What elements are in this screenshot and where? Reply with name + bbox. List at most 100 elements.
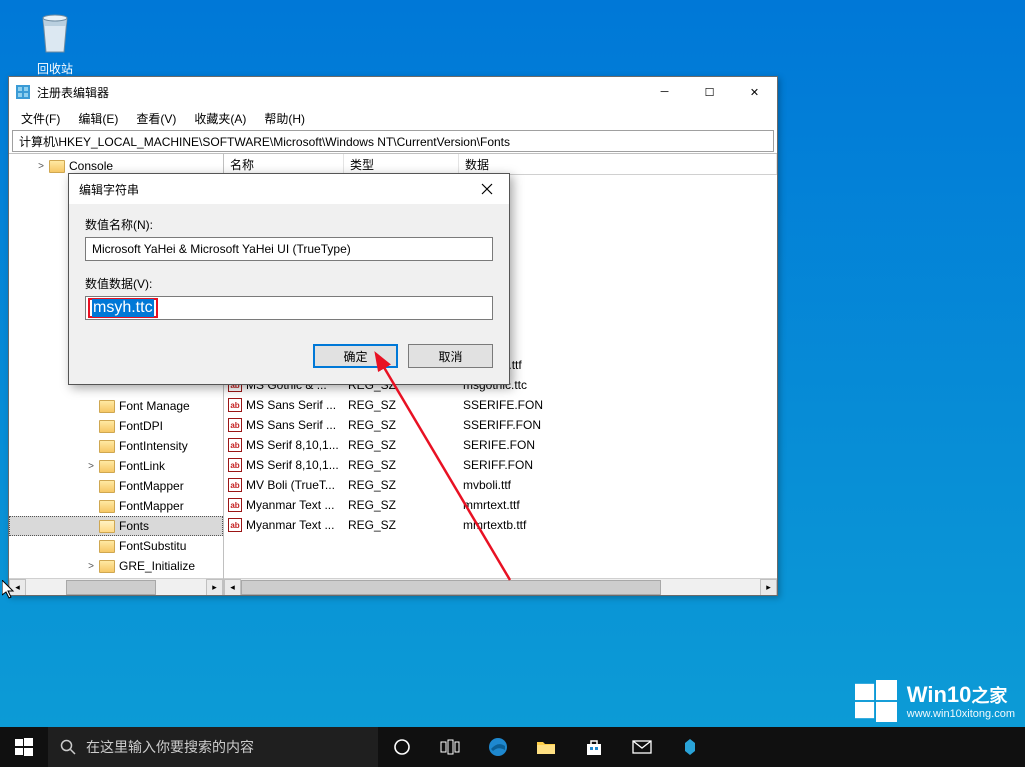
tree-item-label: FontIntensity bbox=[119, 439, 188, 453]
tree-item[interactable]: FontSubstitu bbox=[9, 536, 223, 556]
tree-item-label: FontMapper bbox=[119, 499, 184, 513]
folder-icon bbox=[99, 520, 115, 533]
minimize-button[interactable]: ─ bbox=[642, 77, 687, 107]
list-row[interactable]: abMS Serif 8,10,1...REG_SZSERIFE.FON bbox=[224, 435, 777, 455]
list-row[interactable]: abMS Sans Serif ...REG_SZSSERIFF.FON bbox=[224, 415, 777, 435]
row-type: REG_SZ bbox=[344, 398, 459, 412]
dialog-title: 编辑字符串 bbox=[79, 181, 475, 198]
menu-view[interactable]: 查看(V) bbox=[128, 108, 184, 129]
string-value-icon: ab bbox=[228, 498, 242, 512]
menu-edit[interactable]: 编辑(E) bbox=[70, 108, 126, 129]
search-placeholder: 在这里输入你要搜索的内容 bbox=[86, 737, 254, 757]
titlebar[interactable]: 注册表编辑器 ─ ☐ ✕ bbox=[9, 77, 777, 107]
value-data-selection: msyh.ttc bbox=[92, 299, 154, 317]
address-text: 计算机\HKEY_LOCAL_MACHINE\SOFTWARE\Microsof… bbox=[19, 133, 510, 150]
scroll-right-icon[interactable]: ▸ bbox=[760, 579, 777, 596]
explorer-button[interactable] bbox=[522, 727, 570, 767]
tree-item-label: FontLink bbox=[119, 459, 165, 473]
folder-icon bbox=[536, 739, 556, 755]
folder-icon bbox=[99, 480, 115, 493]
list-row[interactable]: abMS Sans Serif ...REG_SZSSERIFE.FON bbox=[224, 395, 777, 415]
row-name: MS Serif 8,10,1... bbox=[246, 438, 339, 452]
list-row[interactable]: abMS Serif 8,10,1...REG_SZSERIFF.FON bbox=[224, 455, 777, 475]
row-data: mmrtextb.ttf bbox=[459, 518, 777, 532]
watermark-suffix: 之家 bbox=[971, 686, 1007, 706]
mail-button[interactable] bbox=[618, 727, 666, 767]
dialog-titlebar[interactable]: 编辑字符串 bbox=[69, 174, 509, 204]
col-type[interactable]: 类型 bbox=[344, 154, 459, 174]
folder-icon bbox=[99, 400, 115, 413]
tree-item-label: GRE_Initialize bbox=[119, 559, 195, 573]
menu-help[interactable]: 帮助(H) bbox=[256, 108, 313, 129]
string-value-icon: ab bbox=[228, 478, 242, 492]
edge-button[interactable] bbox=[474, 727, 522, 767]
row-type: REG_SZ bbox=[344, 478, 459, 492]
value-data-label: 数值数据(V): bbox=[85, 275, 493, 292]
list-row[interactable]: abMV Boli (TrueT...REG_SZmvboli.ttf bbox=[224, 475, 777, 495]
expand-icon[interactable]: > bbox=[85, 461, 97, 472]
col-data[interactable]: 数据 bbox=[459, 154, 777, 174]
close-button[interactable]: ✕ bbox=[732, 77, 777, 107]
watermark-url: www.win10xitong.com bbox=[907, 708, 1015, 720]
ok-button[interactable]: 确定 bbox=[313, 344, 398, 368]
tree-hscrollbar[interactable]: ◂ ▸ bbox=[9, 578, 223, 595]
expand-icon[interactable]: > bbox=[35, 161, 47, 172]
window-title: 注册表编辑器 bbox=[37, 84, 642, 101]
tree-item[interactable]: > FontLink bbox=[9, 456, 223, 476]
row-name: MS Sans Serif ... bbox=[246, 398, 336, 412]
desktop-recycle-bin[interactable]: 回收站 bbox=[20, 8, 90, 77]
close-icon bbox=[481, 183, 493, 195]
string-value-icon: ab bbox=[228, 518, 242, 532]
folder-icon bbox=[99, 540, 115, 553]
cancel-button[interactable]: 取消 bbox=[408, 344, 493, 368]
menu-file[interactable]: 文件(F) bbox=[13, 108, 68, 129]
tree-item[interactable]: FontIntensity bbox=[9, 436, 223, 456]
row-data: mmrtext.ttf bbox=[459, 498, 777, 512]
mail-icon bbox=[632, 740, 652, 754]
store-button[interactable] bbox=[570, 727, 618, 767]
col-name[interactable]: 名称 bbox=[224, 154, 344, 174]
expand-icon[interactable]: > bbox=[85, 561, 97, 572]
app-button[interactable] bbox=[666, 727, 714, 767]
start-button[interactable] bbox=[0, 727, 48, 767]
row-type: REG_SZ bbox=[344, 518, 459, 532]
recycle-bin-label: 回收站 bbox=[20, 60, 90, 77]
folder-icon bbox=[99, 500, 115, 513]
string-value-icon: ab bbox=[228, 458, 242, 472]
row-type: REG_SZ bbox=[344, 458, 459, 472]
row-name: MS Sans Serif ... bbox=[246, 418, 336, 432]
taskbar-search[interactable]: 在这里输入你要搜索的内容 bbox=[48, 727, 378, 767]
list-row[interactable]: abMyanmar Text ...REG_SZmmrtext.ttf bbox=[224, 495, 777, 515]
tree-item-label: Console bbox=[69, 159, 113, 173]
folder-icon bbox=[99, 440, 115, 453]
tree-item[interactable]: > GRE_Initialize bbox=[9, 556, 223, 576]
watermark-brand: Win10 bbox=[907, 682, 972, 707]
row-data: SERIFF.FON bbox=[459, 458, 777, 472]
recycle-bin-icon bbox=[31, 8, 79, 56]
list-header[interactable]: 名称 类型 数据 bbox=[224, 154, 777, 175]
tree-item[interactable]: Font Manage bbox=[9, 396, 223, 416]
cursor-icon bbox=[2, 580, 18, 600]
taskview-icon bbox=[440, 739, 460, 755]
scroll-left-icon[interactable]: ◂ bbox=[224, 579, 241, 596]
tree-item[interactable]: FontMapper bbox=[9, 476, 223, 496]
string-value-icon: ab bbox=[228, 398, 242, 412]
tree-item[interactable]: FontMapper bbox=[9, 496, 223, 516]
row-name: Myanmar Text ... bbox=[246, 518, 334, 532]
taskview-button[interactable] bbox=[426, 727, 474, 767]
tree-item-label: FontMapper bbox=[119, 479, 184, 493]
value-name-field[interactable] bbox=[85, 237, 493, 261]
tree-item[interactable]: Fonts bbox=[9, 516, 223, 536]
menu-fav[interactable]: 收藏夹(A) bbox=[186, 108, 254, 129]
list-hscrollbar[interactable]: ◂ ▸ bbox=[224, 578, 777, 595]
search-icon bbox=[60, 739, 76, 755]
tree-item[interactable]: FontDPI bbox=[9, 416, 223, 436]
address-bar[interactable]: 计算机\HKEY_LOCAL_MACHINE\SOFTWARE\Microsof… bbox=[12, 130, 774, 152]
app-icon bbox=[681, 738, 699, 756]
list-row[interactable]: ab Myanmar Text ... REG_SZmmrtextb.ttf bbox=[224, 515, 777, 535]
dialog-close-button[interactable] bbox=[475, 177, 499, 201]
row-name: Myanmar Text ... bbox=[246, 498, 334, 512]
cortana-button[interactable] bbox=[378, 727, 426, 767]
maximize-button[interactable]: ☐ bbox=[687, 77, 732, 107]
scroll-right-icon[interactable]: ▸ bbox=[206, 579, 223, 596]
